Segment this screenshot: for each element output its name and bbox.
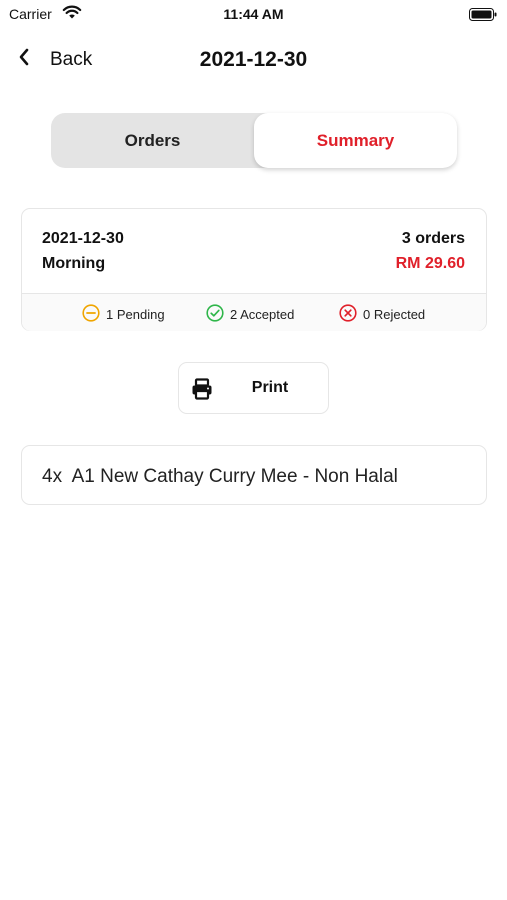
navigation-bar: Back 2021-12-30 (0, 40, 507, 80)
rejected-status: 0 Rejected (339, 304, 425, 325)
pending-icon (82, 304, 100, 325)
summary-card: 2021-12-30 Morning 3 orders RM 29.60 1 P… (21, 208, 487, 331)
item-line: 4x A1 New Cathay Curry Mee - Non Halal (42, 466, 398, 488)
x-circle-icon (339, 304, 357, 325)
segmented-control: Orders Summary (51, 113, 457, 168)
pending-status: 1 Pending (82, 304, 165, 325)
summary-session: Morning (42, 255, 106, 272)
accepted-label: 2 Accepted (230, 307, 295, 322)
item-name: A1 New Cathay Curry Mee - Non Halal (71, 466, 398, 487)
accepted-status: 2 Accepted (206, 304, 294, 325)
list-item[interactable]: 4x A1 New Cathay Curry Mee - Non Halal (21, 445, 487, 505)
battery-icon (469, 8, 497, 26)
page-title: 2021-12-30 (199, 48, 308, 71)
pending-label: 1 Pending (106, 307, 165, 322)
summary-date: 2021-12-30 (42, 230, 124, 247)
print-label: Print (251, 379, 289, 396)
status-time: 11:44 AM (223, 6, 284, 22)
print-button[interactable]: Print (178, 362, 329, 414)
order-count: 3 orders (401, 230, 465, 247)
status-bar: Carrier 11:44 AM (0, 0, 507, 28)
status-row: 1 Pending 2 Accepted 0 Rejected (22, 293, 486, 331)
check-circle-icon (206, 304, 224, 325)
item-quantity: 4x (42, 466, 63, 487)
rejected-label: 0 Rejected (363, 307, 426, 322)
order-total: RM 29.60 (395, 255, 465, 272)
tab-orders[interactable]: Orders (51, 113, 254, 168)
tab-summary[interactable]: Summary (254, 113, 457, 168)
